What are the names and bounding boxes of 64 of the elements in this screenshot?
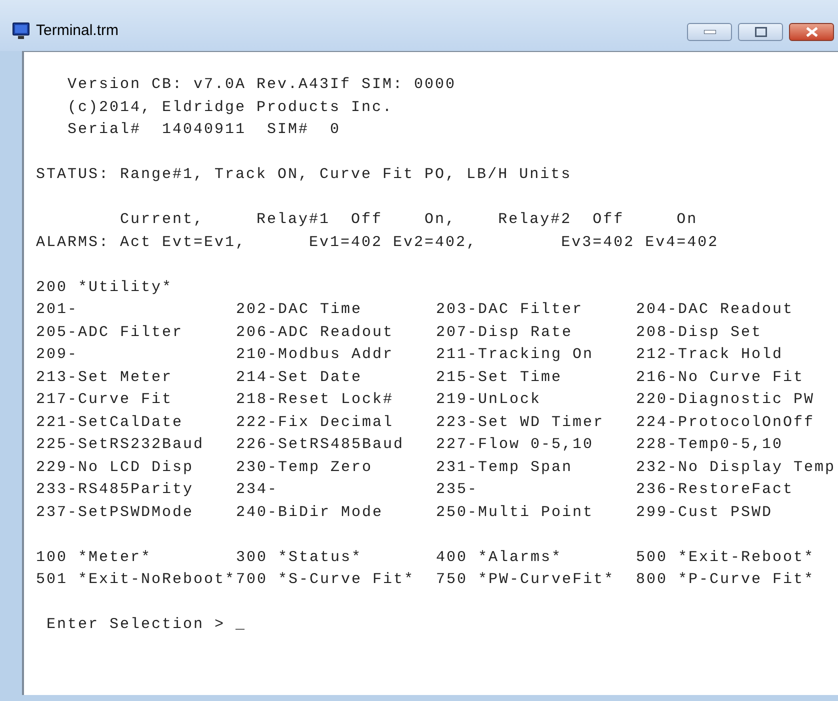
menu-option: 227-Flow 0-5,10: [436, 436, 594, 453]
menu-option: 800 *P-Curve Fit*: [636, 571, 815, 588]
menu-option: 213-Set Meter: [36, 368, 173, 386]
menu-option: 501 *Exit-NoReboot*: [36, 571, 236, 588]
menu-option: 204-DAC Readout: [636, 301, 794, 318]
menu-option: 237-SetPSWDMode: [36, 504, 194, 520]
maximize-button[interactable]: [738, 23, 783, 41]
menu-option: 218-Reset Lock#: [236, 391, 394, 408]
terminal-line: Version CB: v7.0A Rev.A43If SIM: 0000: [66, 76, 456, 93]
menu-option: 220-Diagnostic PW: [636, 391, 815, 408]
menu-option: 100 *Meter*: [36, 548, 152, 566]
menu-option: 215-Set Time: [436, 368, 562, 386]
menu-option: 228-Temp0-5,10: [636, 436, 784, 453]
menu-option: 300 *Status*: [236, 548, 362, 566]
menu-option: 230-Temp Zero: [236, 458, 373, 476]
alarms-line: ALARMS: Act Evt=Ev1, Ev1=402 Ev2=402, Ev3=402 Ev4=402: [36, 234, 719, 250]
menu-option: 231-Temp Span: [436, 458, 573, 476]
close-button[interactable]: [789, 23, 834, 41]
terminal-line: (c)2014, Eldridge Products Inc.: [66, 98, 394, 116]
status-line: STATUS: Range#1, Track ON, Curve Fit PO, LB/H Units: [36, 166, 572, 183]
menu-option: 234-: [236, 481, 278, 498]
menu-option: 225-SetRS232Baud: [36, 436, 204, 453]
command-prompt: Enter Selection > _: [46, 616, 246, 633]
menu-option: 207-Disp Rate: [436, 324, 573, 340]
menu-option: 203-DAC Filter: [436, 301, 584, 318]
menu-option: 232-No Display Temp: [636, 458, 836, 476]
menu-option: 400 *Alarms*: [436, 548, 562, 566]
menu-option: 221-SetCalDate: [36, 414, 184, 430]
menu-option: 205-ADC Filter: [36, 324, 184, 340]
menu-option: 201-: [36, 301, 78, 318]
menu-option: 240-BiDir Mode: [236, 504, 384, 520]
minimize-button[interactable]: [687, 23, 732, 41]
alarms-line: Current, Relay#1 Off On, Relay#2 Off On: [119, 211, 698, 228]
menu-option: 206-ADC Readout: [236, 324, 394, 340]
menu-option: 224-ProtocolOnOff: [636, 414, 815, 430]
menu-option: 750 *PW-CurveFit*: [436, 571, 615, 588]
menu-option: 226-SetRS485Baud: [236, 436, 404, 453]
menu-heading: 200 *Utility*: [36, 278, 173, 296]
terminal-line: Serial# 14040911 SIM# 0: [66, 121, 341, 138]
menu-option: 211-Tracking On: [436, 346, 594, 363]
menu-option: 223-Set WD Timer: [436, 414, 604, 430]
monitor-icon: [12, 22, 30, 40]
close-icon: [806, 27, 818, 37]
menu-option: 236-RestoreFact: [636, 481, 794, 498]
menu-option: 219-UnLock: [436, 391, 542, 408]
menu-option: 210-Modbus Addr: [236, 346, 394, 363]
menu-option: 250-Multi Point: [436, 504, 594, 520]
menu-option: 700 *S-Curve Fit*: [236, 571, 415, 588]
window-title: Terminal.trm: [36, 21, 119, 41]
menu-option: 233-RS485Parity: [36, 481, 194, 498]
menu-option: 216-No Curve Fit: [636, 368, 804, 386]
menu-option: 212-Track Hold: [636, 346, 784, 363]
menu-option: 208-Disp Set: [636, 324, 762, 340]
menu-option: 222-Fix Decimal: [236, 414, 394, 430]
menu-option: 229-No LCD Disp: [36, 458, 194, 476]
menu-option: 209-: [36, 346, 78, 363]
menu-option: 214-Set Date: [236, 368, 362, 386]
menu-option: 217-Curve Fit: [36, 391, 173, 408]
minimize-icon: [704, 30, 716, 34]
menu-option: 202-DAC Time: [236, 301, 362, 318]
menu-option: 299-Cust PSWD: [636, 504, 773, 520]
menu-option: 500 *Exit-Reboot*: [636, 548, 815, 566]
menu-option: 235-: [436, 481, 478, 498]
maximize-icon: [754, 27, 766, 37]
